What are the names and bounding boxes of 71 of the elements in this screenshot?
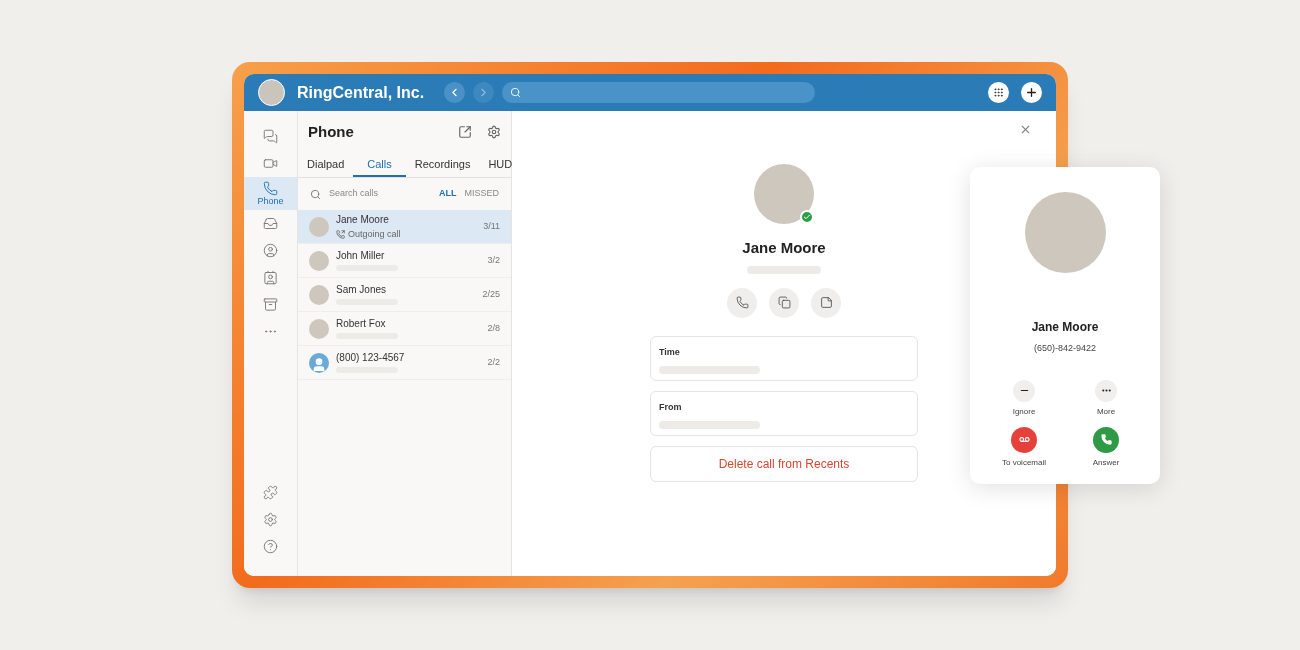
- call-row[interactable]: Jane Moore Outgoing call 3/11: [298, 210, 511, 244]
- dialpad-icon: [993, 87, 1004, 98]
- plus-icon: [1025, 86, 1038, 99]
- call-date: 2/8: [487, 321, 500, 335]
- call-date: 3/11: [483, 219, 500, 233]
- field-label: Time: [659, 345, 681, 359]
- more-button[interactable]: More: [1078, 379, 1134, 418]
- contact-name: John Miller: [336, 250, 386, 262]
- phone-icon: [263, 180, 278, 196]
- panel-title: Phone: [308, 121, 355, 142]
- tab[interactable]: Calls: [353, 153, 406, 177]
- call-date: 2/25: [482, 287, 500, 301]
- ignore-button[interactable]: Ignore: [996, 379, 1052, 418]
- phone-icon: [1100, 434, 1112, 445]
- company-name: RingCentral, Inc.: [297, 82, 425, 103]
- inbox-icon: [263, 216, 278, 231]
- tab[interactable]: HUD: [479, 153, 522, 177]
- call-type: Outgoing call: [348, 229, 401, 239]
- voicemail-icon: [1018, 434, 1030, 445]
- search-icon: [510, 87, 522, 98]
- photo-placeholder: [754, 164, 814, 224]
- call-date: 3/2: [487, 253, 500, 267]
- contact-name: Jane Moore: [336, 214, 390, 226]
- note-button[interactable]: [811, 287, 841, 318]
- answer-button[interactable]: Answer: [1078, 426, 1134, 469]
- note-icon: [819, 296, 833, 309]
- filter-tab[interactable]: ALL: [439, 187, 457, 201]
- tab[interactable]: Recordings: [405, 153, 480, 177]
- video-icon: [263, 156, 278, 171]
- contact-icon: [263, 243, 278, 258]
- voicemail-button[interactable]: To voicemail: [996, 426, 1052, 469]
- settings-icon: [263, 512, 278, 527]
- close-button[interactable]: [1019, 123, 1032, 136]
- avatar-photo-placeholder: [258, 79, 285, 106]
- contact-card-icon: [263, 270, 278, 285]
- search-field[interactable]: Search calls: [329, 187, 419, 201]
- forward-button[interactable]: [473, 82, 495, 103]
- field-label: From: [659, 400, 683, 414]
- back-button[interactable]: [444, 82, 466, 103]
- search-field[interactable]: [502, 82, 816, 103]
- call-row[interactable]: Sam Jones 2/25: [298, 278, 511, 312]
- contact-name: Sam Jones: [336, 284, 388, 296]
- call-row[interactable]: (800) 123-4567 2/2: [298, 346, 511, 380]
- caller-name: Jane Moore: [1031, 319, 1099, 336]
- dialpad-button[interactable]: [988, 82, 1009, 103]
- messages-icon: [263, 129, 278, 144]
- caller-number: (650)-842-9422: [1033, 342, 1096, 355]
- tab[interactable]: Dialpad: [298, 153, 354, 177]
- tray-icon: [263, 297, 278, 312]
- rail-item[interactable]: Phone: [244, 177, 297, 210]
- call-date: 2/2: [487, 355, 500, 369]
- rail-label: Phone: [257, 195, 284, 207]
- contact-name: Robert Fox: [336, 318, 387, 330]
- call-row[interactable]: John Miller 3/2: [298, 244, 511, 278]
- delete-button[interactable]: Delete call from Recents: [650, 445, 918, 482]
- help-icon: [263, 539, 278, 554]
- settings-icon[interactable]: [487, 125, 501, 139]
- contact-name: Jane Moore: [742, 238, 826, 258]
- search-icon: [310, 188, 321, 200]
- pop-out-icon[interactable]: [458, 125, 472, 139]
- call-button[interactable]: [727, 287, 757, 318]
- outgoing-call-icon: [336, 229, 345, 239]
- filter-tab[interactable]: MISSED: [464, 187, 499, 201]
- close-icon: [1019, 123, 1032, 136]
- puzzle-icon: [263, 485, 278, 500]
- add-button[interactable]: [1021, 82, 1042, 103]
- phone-icon: [735, 296, 749, 309]
- call-row[interactable]: Robert Fox 2/8: [298, 312, 511, 346]
- contact-name: (800) 123-4567: [336, 352, 406, 364]
- messages-icon: [777, 296, 791, 309]
- message-button[interactable]: [769, 287, 799, 318]
